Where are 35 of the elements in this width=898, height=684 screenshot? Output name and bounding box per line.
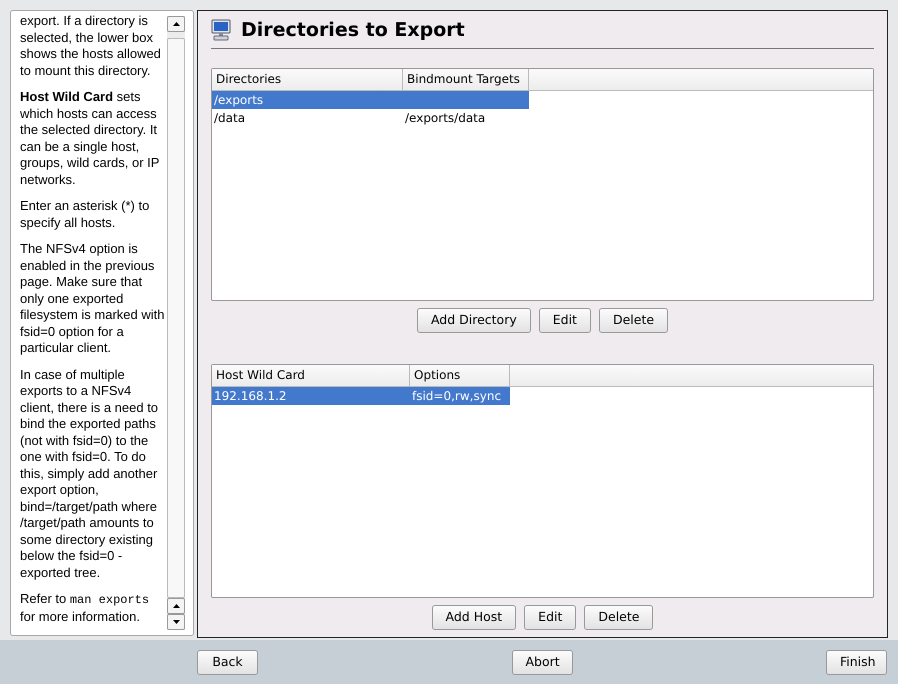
table-row[interactable]: 192.168.1.2 fsid=0,rw,sync: [212, 387, 510, 405]
push-button[interactable]: Edit: [524, 605, 576, 630]
up-arrow-icon: [172, 22, 180, 26]
down-arrow-icon: [172, 620, 180, 624]
table-cell: fsid=0,rw,sync: [412, 389, 502, 403]
push-button[interactable]: Add Directory: [416, 308, 531, 333]
push-button[interactable]: Edit: [538, 308, 591, 333]
column-header[interactable]: Options: [410, 365, 510, 386]
push-button[interactable]: Finish: [826, 650, 887, 674]
column-header[interactable]: Directories: [212, 69, 403, 90]
table-row[interactable]: /exports: [212, 91, 529, 109]
column-header[interactable]: Bindmount Targets: [403, 69, 529, 90]
scroll-up-button[interactable]: [167, 16, 185, 32]
help-paragraph: The NFSv4 option is enabled in the previous page. Make sure that only one exported filesystem is marked with fsid=0 option for a particular client.: [20, 241, 165, 356]
help-paragraph: export. If a directory is selected, the lower box shows the hosts allowed to mount this directory.: [20, 13, 162, 79]
help-paragraph: Host Wild Card sets which hosts can access the selected directory. It can be a single host, groups, wild cards, or IP networks.: [20, 89, 160, 188]
scroll-down-button[interactable]: [167, 614, 185, 630]
scroll-up-button[interactable]: [167, 598, 185, 614]
push-button[interactable]: Add Host: [432, 605, 516, 630]
push-button[interactable]: Back: [197, 650, 258, 674]
table-cell: /exports: [214, 93, 264, 107]
push-button[interactable]: Delete: [584, 605, 654, 630]
table-cell: /data: [214, 111, 246, 125]
push-button[interactable]: Delete: [598, 308, 668, 333]
help-paragraph: Enter an asterisk (*) to specify all hosts.: [20, 198, 150, 231]
push-button[interactable]: Abort: [512, 650, 572, 674]
up-arrow-icon: [172, 604, 180, 608]
help-paragraph: Refer to man exports for more information.: [20, 591, 150, 625]
table-row[interactable]: /data /exports/data: [212, 109, 529, 127]
page-title: Directories to Export: [241, 18, 465, 43]
table-cell: 192.168.1.2: [214, 389, 287, 403]
table-cell: /exports/data: [405, 111, 486, 125]
monitor-icon: [211, 19, 231, 41]
help-paragraph: In case of multiple exports to a NFSv4 client, there is a need to bind the exported paths (not with fsid=0) to the one with fsid=0. To do this, simply add another export option, bind=/target/path where /target/path amounts to some directory existing below the fsid=0 - exported tree.: [20, 366, 160, 581]
column-header[interactable]: Host Wild Card: [212, 365, 410, 386]
